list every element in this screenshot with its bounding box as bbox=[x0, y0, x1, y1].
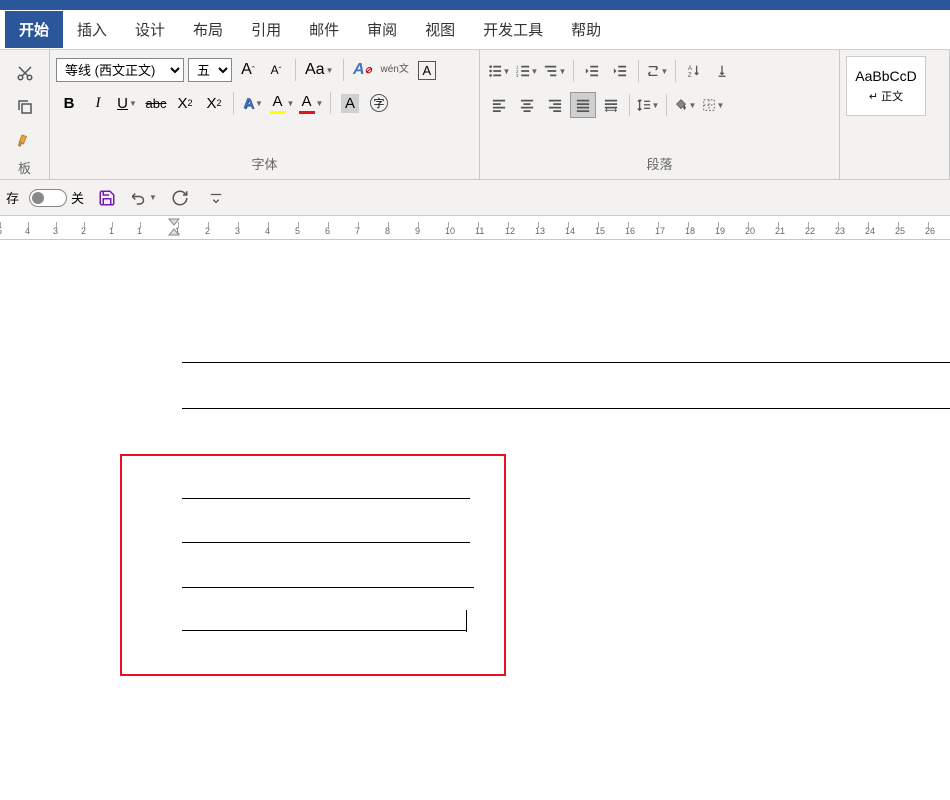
separator bbox=[330, 92, 331, 114]
font-name-combo[interactable]: 等线 (西文正文) bbox=[56, 58, 184, 82]
align-right-button[interactable] bbox=[542, 92, 568, 118]
separator bbox=[233, 92, 234, 114]
format-painter-icon[interactable] bbox=[12, 128, 38, 154]
subscript-button[interactable]: X2 bbox=[172, 90, 198, 116]
align-left-button[interactable] bbox=[486, 92, 512, 118]
underline-line bbox=[182, 408, 950, 409]
grow-font-icon[interactable]: Aˆ bbox=[236, 58, 260, 82]
horizontal-ruler[interactable]: 5432111234567891011121314151617181920212… bbox=[0, 216, 950, 240]
tab-design[interactable]: 设计 bbox=[121, 11, 179, 48]
svg-text:3: 3 bbox=[516, 73, 519, 78]
highlight-button[interactable]: A▼ bbox=[269, 90, 295, 116]
underline-line bbox=[182, 362, 950, 363]
quick-access-toolbar: 存 关 ▼ bbox=[0, 180, 950, 216]
character-shading-button[interactable]: A bbox=[337, 90, 363, 116]
underline-line bbox=[182, 587, 474, 588]
save-icon[interactable] bbox=[94, 185, 120, 211]
tab-help[interactable]: 帮助 bbox=[557, 11, 615, 48]
separator bbox=[343, 59, 344, 81]
document-area[interactable] bbox=[0, 240, 950, 800]
autosave-label: 存 bbox=[6, 188, 19, 207]
svg-text:Z: Z bbox=[688, 72, 692, 78]
separator bbox=[638, 60, 639, 82]
tab-references[interactable]: 引用 bbox=[237, 11, 295, 48]
underline-line bbox=[182, 542, 470, 543]
bold-button[interactable]: B bbox=[56, 90, 82, 116]
tab-layout[interactable]: 布局 bbox=[179, 11, 237, 48]
character-border-icon[interactable]: A bbox=[415, 58, 439, 82]
align-justify-button[interactable] bbox=[570, 92, 596, 118]
annotation-box bbox=[120, 454, 506, 676]
clipboard-label: 板 bbox=[6, 154, 43, 179]
align-distribute-button[interactable] bbox=[598, 92, 624, 118]
tab-home[interactable]: 开始 bbox=[5, 11, 63, 48]
separator bbox=[295, 59, 296, 81]
underline-line bbox=[182, 498, 470, 499]
align-center-button[interactable] bbox=[514, 92, 540, 118]
copy-icon[interactable] bbox=[12, 94, 38, 120]
paragraph-group-label: 段落 bbox=[486, 150, 833, 175]
superscript-button[interactable]: X2 bbox=[201, 90, 227, 116]
italic-button[interactable]: I bbox=[85, 90, 111, 116]
underline-line bbox=[182, 630, 466, 631]
font-group: 等线 (西文正文) 五号 Aˆ Aˇ Aa▼ A⊘ wén文 A B I U▼ … bbox=[50, 50, 480, 179]
underline-button[interactable]: U▼ bbox=[114, 90, 140, 116]
bullets-button[interactable]: ▼ bbox=[486, 58, 512, 84]
show-marks-button[interactable] bbox=[709, 58, 735, 84]
clear-format-icon[interactable]: A⊘ bbox=[351, 58, 375, 82]
separator bbox=[666, 94, 667, 116]
font-group-label: 字体 bbox=[56, 150, 473, 175]
tab-developer[interactable]: 开发工具 bbox=[469, 11, 557, 48]
cut-icon[interactable] bbox=[12, 60, 38, 86]
ribbon: 板 等线 (西文正文) 五号 Aˆ Aˇ Aa▼ A⊘ wén文 A B I U… bbox=[0, 50, 950, 180]
change-case-icon[interactable]: Aa▼ bbox=[303, 58, 336, 82]
decrease-indent-button[interactable] bbox=[579, 58, 605, 84]
ribbon-tabs: 开始 插入 设计 布局 引用 邮件 审阅 视图 开发工具 帮助 bbox=[0, 10, 950, 50]
redo-button[interactable] bbox=[167, 185, 193, 211]
svg-text:A: A bbox=[688, 65, 693, 72]
shrink-font-icon[interactable]: Aˇ bbox=[264, 58, 288, 82]
text-cursor bbox=[466, 610, 467, 632]
separator bbox=[629, 94, 630, 116]
styles-group: AaBbCcD ↵ 正文 bbox=[840, 50, 950, 179]
separator bbox=[573, 60, 574, 82]
separator bbox=[675, 60, 676, 82]
sort-button[interactable]: AZ bbox=[681, 58, 707, 84]
multilevel-list-button[interactable]: ▼ bbox=[542, 58, 568, 84]
shading-button[interactable]: ▼ bbox=[672, 92, 698, 118]
font-size-combo[interactable]: 五号 bbox=[188, 58, 232, 82]
enclose-character-button[interactable]: 字 bbox=[366, 90, 392, 116]
borders-button[interactable]: ▼ bbox=[700, 92, 726, 118]
numbering-button[interactable]: 123▼ bbox=[514, 58, 540, 84]
phonetic-guide-icon[interactable]: wén文 bbox=[379, 58, 411, 82]
style-normal[interactable]: AaBbCcD ↵ 正文 bbox=[846, 56, 926, 116]
indent-marker-icon[interactable] bbox=[168, 218, 180, 238]
strikethrough-button[interactable]: abc bbox=[143, 90, 169, 116]
paragraph-group: ▼ 123▼ ▼ ▼ AZ ▼ ▼ bbox=[480, 50, 840, 179]
font-color-button[interactable]: A▼ bbox=[298, 90, 324, 116]
text-effect-button[interactable]: A▼ bbox=[240, 90, 266, 116]
text-direction-button[interactable]: ▼ bbox=[644, 58, 670, 84]
undo-button[interactable]: ▼ bbox=[130, 185, 157, 211]
tab-view[interactable]: 视图 bbox=[411, 11, 469, 48]
tab-review[interactable]: 审阅 bbox=[353, 11, 411, 48]
line-spacing-button[interactable]: ▼ bbox=[635, 92, 661, 118]
clipboard-group: 板 bbox=[0, 50, 50, 179]
autosave-toggle[interactable]: 关 bbox=[29, 188, 84, 207]
increase-indent-button[interactable] bbox=[607, 58, 633, 84]
title-bar bbox=[0, 0, 950, 10]
tab-insert[interactable]: 插入 bbox=[63, 11, 121, 48]
tab-mail[interactable]: 邮件 bbox=[295, 11, 353, 48]
qat-customize-button[interactable] bbox=[203, 185, 229, 211]
